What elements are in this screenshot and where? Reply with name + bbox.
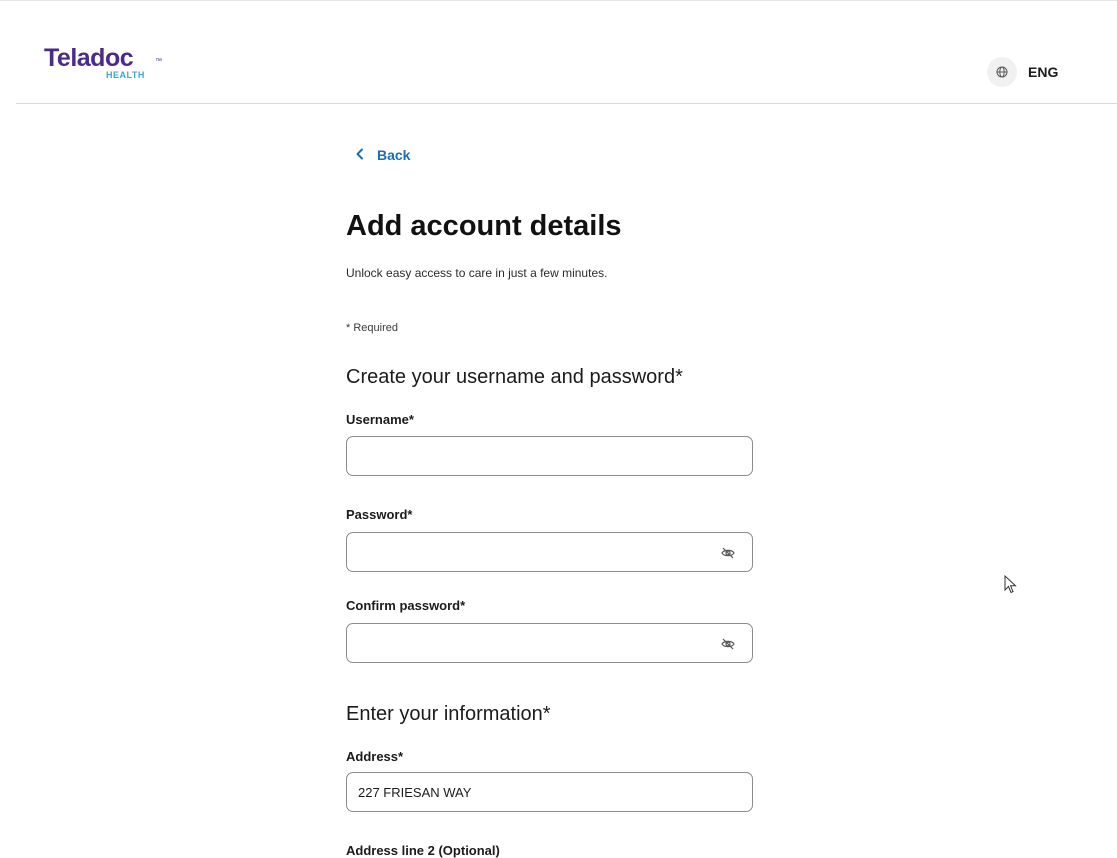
information-section-title: Enter your information* — [346, 703, 551, 725]
username-label: Username* — [346, 412, 414, 427]
address-field-box — [346, 772, 753, 812]
language-label: ENG — [1028, 64, 1059, 80]
address-input[interactable] — [347, 773, 752, 811]
header-divider — [16, 103, 1117, 104]
page-subtitle: Unlock easy access to care in just a few… — [346, 266, 608, 280]
required-note: * Required — [346, 322, 398, 334]
confirm-password-input[interactable] — [347, 624, 752, 662]
address-label: Address* — [346, 749, 404, 764]
password-label: Password* — [346, 507, 413, 522]
site-header: Teladoc ™ HEALTH ENG — [0, 0, 1117, 104]
teladoc-logo[interactable]: Teladoc ™ HEALTH — [44, 44, 184, 88]
eye-slash-icon[interactable] — [720, 636, 736, 652]
username-input[interactable] — [347, 437, 752, 475]
logo-trademark: ™ — [155, 58, 162, 65]
chevron-left-icon — [355, 147, 365, 163]
password-input[interactable] — [347, 533, 752, 571]
confirm-password-label: Confirm password* — [346, 598, 466, 613]
language-selector[interactable]: ENG — [987, 57, 1058, 87]
mouse-cursor-icon — [1004, 574, 1018, 595]
password-field-box — [346, 532, 753, 572]
page-title: Add account details — [346, 210, 622, 242]
back-label: Back — [377, 147, 411, 163]
globe-icon — [987, 57, 1017, 87]
confirm-password-field-box — [346, 623, 753, 663]
address-line-2-label: Address line 2 (Optional) — [346, 843, 500, 858]
credentials-section-title: Create your username and password* — [346, 366, 683, 388]
logo-subtext: HEALTH — [106, 70, 145, 80]
eye-slash-icon[interactable] — [720, 545, 736, 561]
back-link[interactable]: Back — [355, 147, 410, 163]
logo-wordmark: Teladoc — [44, 44, 134, 72]
username-field-box — [346, 436, 753, 476]
